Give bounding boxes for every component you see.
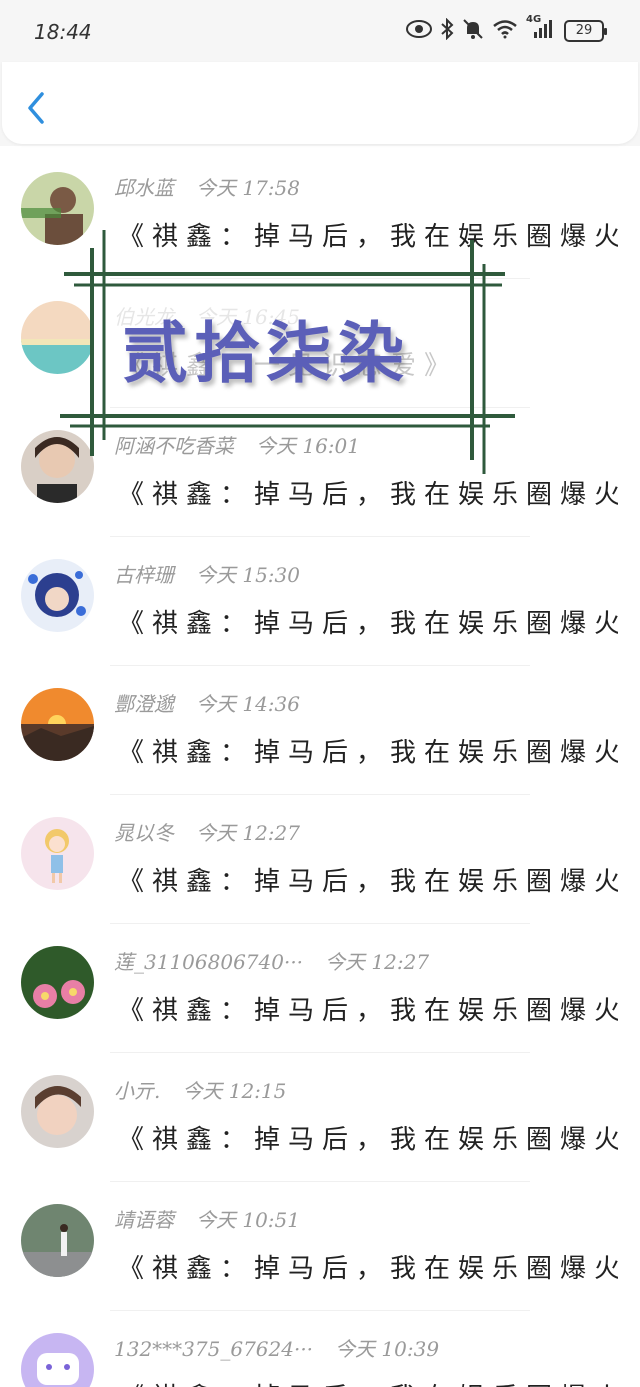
battery-icon: 29 [564, 20, 607, 42]
message-date: 今天 [196, 305, 236, 329]
message-date: 今天 [182, 1079, 223, 1103]
avatar [21, 688, 94, 761]
message-text: 《祺鑫：掉马后，我在娱乐圈爆火··· [118, 996, 618, 1026]
message-text: 《祺鑫：掉马后，我在娱乐圈爆火··· [118, 1125, 618, 1155]
message-meta: 酆澄邈 今天 14:36 [114, 688, 300, 717]
sender-name: 靖语蓉 [114, 1208, 174, 1232]
message-date: 今天 [196, 563, 236, 587]
avatar [21, 1204, 94, 1277]
message-meta: 莲_31106806740··· 今天 12:27 [114, 946, 429, 975]
network-label: 4G [526, 14, 542, 25]
status-time: 18:44 [34, 20, 92, 44]
avatar [21, 1075, 94, 1148]
sender-name: 莲_31106806740··· [114, 950, 304, 974]
message-time: 12:15 [228, 1079, 287, 1103]
message-text: 《祺鑫：掉马后，我在娱乐圈爆火··· [118, 1254, 618, 1284]
message-item[interactable]: 小亓. 今天 12:15 《祺鑫：掉马后，我在娱乐圈爆火··· [0, 1053, 640, 1182]
avatar [21, 430, 94, 503]
message-meta: 古梓珊 今天 15:30 [114, 559, 300, 588]
sender-name: 邱水蓝 [114, 176, 174, 200]
message-item[interactable]: 酆澄邈今天 14:36 《祺鑫：掉马后，我在娱乐圈爆火··· [0, 666, 640, 795]
sender-name: 古梓珊 [114, 563, 174, 587]
wifi-icon [492, 19, 518, 43]
message-time: 16:01 [302, 434, 360, 458]
avatar [21, 1333, 94, 1387]
sender-name: 晁以冬 [114, 821, 174, 845]
message-time: 14:36 [242, 692, 300, 716]
message-text: 《祺鑫：掉马后，我在娱乐圈爆火··· [118, 867, 618, 897]
message-text: 《祺鑫：掉马后，我在娱乐圈爆火··· [118, 738, 618, 768]
message-time: 12:27 [242, 821, 300, 845]
bluetooth-icon [440, 17, 454, 44]
message-date: 今天 [196, 821, 236, 845]
sender-name: 阿涵不吃香菜 [114, 434, 234, 458]
message-item[interactable]: 阿涵不吃香菜今天 16:01 《祺鑫：掉马后，我在娱乐圈爆火··· [0, 408, 640, 537]
sender-name: 小亓. [114, 1079, 161, 1103]
message-time: 16:45 [242, 305, 300, 329]
message-text: 《祺鑫：掉马后，我在娱乐圈爆火··· [118, 609, 618, 639]
eye-icon [406, 20, 432, 42]
message-list: 邱水蓝今天 17:58 《祺鑫：掉马后，我在娱乐圈爆火··· 伯光龙今天 16:… [0, 150, 640, 1387]
message-text: 《祺鑫：一见识恋爱》 [118, 351, 459, 381]
message-date: 今天 [325, 950, 366, 974]
sender-name: 酆澄邈 [114, 692, 174, 716]
message-date: 今天 [196, 692, 236, 716]
message-date: 今天 [196, 176, 236, 200]
sender-name: 伯光龙 [114, 305, 174, 329]
avatar [21, 817, 94, 890]
status-icons: 4G 29 [406, 14, 607, 44]
message-time: 12:27 [371, 950, 430, 974]
sender-name: 132***375_67624··· [114, 1337, 314, 1361]
message-text: 《祺鑫：掉马后，我在娱乐圈爆火··· [118, 222, 618, 252]
message-meta: 阿涵不吃香菜 今天 16:01 [114, 430, 360, 459]
message-meta: 靖语蓉 今天 10:51 [114, 1204, 300, 1233]
message-item[interactable]: 莲_31106806740··· 今天 12:27 《祺鑫：掉马后，我在娱乐圈爆火… [0, 924, 640, 1053]
message-item[interactable]: 晁以冬今天 12:27 《祺鑫：掉马后，我在娱乐圈爆火··· [0, 795, 640, 924]
message-date: 今天 [196, 1208, 236, 1232]
avatar [21, 559, 94, 632]
message-time: 10:39 [381, 1337, 440, 1361]
back-button[interactable] [22, 88, 52, 128]
chevron-left-icon [22, 92, 52, 132]
avatar [21, 172, 94, 245]
message-meta: 晁以冬 今天 12:27 [114, 817, 300, 846]
message-text: 《祺鑫：掉马后，我在娱乐圈爆火··· [118, 1377, 618, 1387]
message-item[interactable]: 古梓珊今天 15:30 《祺鑫：掉马后，我在娱乐圈爆火··· [0, 537, 640, 666]
message-meta: 伯光龙 今天 16:45 [114, 301, 300, 330]
message-meta: 邱水蓝 今天 17:58 [114, 172, 300, 201]
nav-bar [0, 62, 640, 146]
message-text: 《祺鑫：掉马后，我在娱乐圈爆火··· [118, 480, 618, 510]
message-time: 15:30 [242, 563, 300, 587]
message-item[interactable]: 132***375_67624··· 今天 10:39 《祺鑫：掉马后，我在娱乐圈… [0, 1311, 640, 1387]
message-date: 今天 [335, 1337, 376, 1361]
avatar [21, 301, 94, 374]
message-item[interactable]: 靖语蓉今天 10:51 《祺鑫：掉马后，我在娱乐圈爆火··· [0, 1182, 640, 1311]
message-meta: 132***375_67624··· 今天 10:39 [114, 1333, 439, 1362]
message-time: 17:58 [242, 176, 300, 200]
message-meta: 小亓. 今天 12:15 [114, 1075, 286, 1104]
status-bar: 18:44 4G 29 [0, 0, 640, 62]
message-date: 今天 [256, 434, 296, 458]
mute-icon [462, 18, 484, 44]
signal-icon: 4G [526, 14, 556, 44]
avatar [21, 946, 94, 1019]
message-time: 10:51 [242, 1208, 300, 1232]
message-item[interactable]: 伯光龙 今天 16:45 《祺鑫：一见识恋爱》 [0, 279, 640, 408]
nav-card [2, 62, 638, 144]
message-item[interactable]: 邱水蓝今天 17:58 《祺鑫：掉马后，我在娱乐圈爆火··· [0, 150, 640, 279]
